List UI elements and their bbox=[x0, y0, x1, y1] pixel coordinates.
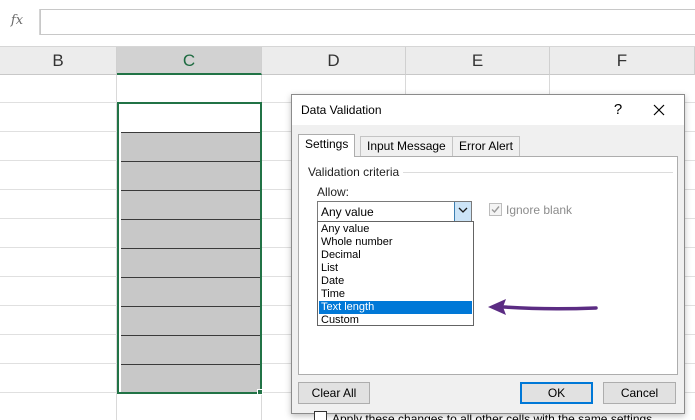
close-icon[interactable] bbox=[648, 99, 670, 121]
option-decimal[interactable]: Decimal bbox=[319, 249, 472, 262]
chevron-down-icon bbox=[458, 207, 468, 213]
ignore-blank-checkbox[interactable] bbox=[489, 203, 502, 216]
column-header-c[interactable]: C bbox=[117, 47, 262, 75]
column-header-d[interactable]: D bbox=[262, 47, 406, 75]
apply-to-all-label: Apply these changes to all other cells w… bbox=[332, 412, 653, 420]
allow-dropdown[interactable]: Any value bbox=[317, 201, 472, 222]
formula-input[interactable] bbox=[40, 9, 695, 35]
allow-options-list[interactable]: Any value Whole number Decimal List Date… bbox=[317, 221, 474, 326]
option-custom[interactable]: Custom bbox=[319, 314, 472, 327]
annotation-arrow-icon bbox=[488, 299, 598, 315]
cancel-button[interactable]: Cancel bbox=[603, 382, 676, 404]
shaded-cell[interactable] bbox=[121, 219, 260, 248]
option-whole-number[interactable]: Whole number bbox=[319, 236, 472, 249]
option-list[interactable]: List bbox=[319, 262, 472, 275]
shaded-cell[interactable] bbox=[121, 132, 260, 161]
option-any-value[interactable]: Any value bbox=[319, 223, 472, 236]
tab-error-alert[interactable]: Error Alert bbox=[452, 136, 521, 156]
tab-input-message[interactable]: Input Message bbox=[360, 136, 453, 156]
shaded-cell[interactable] bbox=[121, 335, 260, 364]
dialog-title: Data Validation bbox=[301, 103, 382, 117]
apply-to-all-checkbox[interactable] bbox=[314, 411, 327, 420]
group-divider bbox=[403, 172, 673, 173]
insert-function-icon[interactable]: fx bbox=[0, 9, 34, 33]
column-header-b[interactable]: B bbox=[0, 47, 117, 75]
shaded-cell[interactable] bbox=[121, 248, 260, 277]
checkmark-icon bbox=[491, 206, 500, 214]
shaded-cell[interactable] bbox=[121, 306, 260, 335]
option-text-length[interactable]: Text length bbox=[318, 300, 473, 315]
dropdown-button[interactable] bbox=[454, 202, 471, 221]
ignore-blank-label: Ignore blank bbox=[506, 203, 573, 217]
shaded-cell[interactable] bbox=[121, 364, 260, 392]
tab-settings[interactable]: Settings bbox=[298, 134, 356, 157]
allow-selected-value: Any value bbox=[321, 205, 374, 219]
shaded-cell[interactable] bbox=[121, 161, 260, 190]
fill-handle[interactable] bbox=[257, 389, 263, 395]
help-icon[interactable]: ? bbox=[608, 99, 628, 121]
column-header-e[interactable]: E bbox=[406, 47, 550, 75]
option-date[interactable]: Date bbox=[319, 275, 472, 288]
selected-range[interactable] bbox=[117, 102, 262, 394]
validation-criteria-label: Validation criteria bbox=[308, 165, 400, 179]
ok-button[interactable]: OK bbox=[520, 382, 593, 404]
shaded-cell[interactable] bbox=[121, 190, 260, 219]
data-validation-dialog: Data Validation ? Settings Input Message… bbox=[291, 94, 685, 420]
formula-bar: fx bbox=[0, 0, 695, 47]
allow-label: Allow: bbox=[317, 185, 350, 199]
dialog-title-bar[interactable]: Data Validation ? bbox=[292, 95, 684, 125]
option-time[interactable]: Time bbox=[319, 288, 472, 301]
shaded-cell[interactable] bbox=[121, 277, 260, 306]
clear-all-button[interactable]: Clear All bbox=[298, 382, 370, 404]
column-header-f[interactable]: F bbox=[550, 47, 695, 75]
